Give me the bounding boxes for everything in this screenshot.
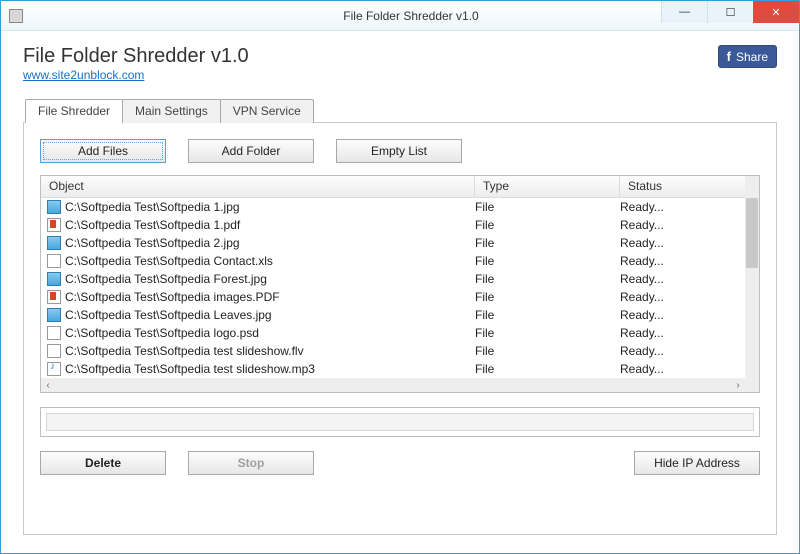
- cell-type: File: [475, 218, 620, 232]
- cell-object: C:\Softpedia Test\Softpedia Forest.jpg: [65, 272, 475, 286]
- cell-type: File: [475, 308, 620, 322]
- cell-object: C:\Softpedia Test\Softpedia Leaves.jpg: [65, 308, 475, 322]
- titlebar[interactable]: File Folder Shredder v1.0 — ☐ ✕: [1, 1, 799, 31]
- horizontal-scrollbar[interactable]: ‹ ›: [41, 378, 745, 392]
- cell-status: Ready...: [620, 200, 745, 214]
- site-link[interactable]: www.site2unblock.com: [23, 68, 144, 82]
- file-icon: [47, 254, 61, 268]
- cell-object: C:\Softpedia Test\Softpedia 1.pdf: [65, 218, 475, 232]
- cell-status: Ready...: [620, 218, 745, 232]
- maximize-button[interactable]: ☐: [707, 1, 753, 23]
- cell-type: File: [475, 200, 620, 214]
- cell-status: Ready...: [620, 272, 745, 286]
- table-row[interactable]: C:\Softpedia Test\Softpedia test slidesh…: [41, 360, 745, 378]
- image-icon: [47, 236, 61, 250]
- cell-object: C:\Softpedia Test\Softpedia Contact.xls: [65, 254, 475, 268]
- cell-type: File: [475, 362, 620, 376]
- table-row[interactable]: C:\Softpedia Test\Softpedia 2.jpgFileRea…: [41, 234, 745, 252]
- tab-main-settings[interactable]: Main Settings: [122, 99, 221, 123]
- scroll-left-icon[interactable]: ‹: [41, 378, 55, 392]
- top-button-row: Add Files Add Folder Empty List: [40, 139, 760, 163]
- pdf-icon: [47, 218, 61, 232]
- cell-type: File: [475, 344, 620, 358]
- minimize-button[interactable]: —: [661, 1, 707, 23]
- file-icon: [47, 344, 61, 358]
- file-icon: [47, 326, 61, 340]
- cell-type: File: [475, 290, 620, 304]
- header: File Folder Shredder v1.0 www.site2unblo…: [1, 31, 799, 92]
- list-body[interactable]: C:\Softpedia Test\Softpedia 1.jpgFileRea…: [41, 198, 745, 378]
- bottom-button-row: Delete Stop Hide IP Address: [40, 451, 760, 475]
- table-row[interactable]: C:\Softpedia Test\Softpedia Contact.xlsF…: [41, 252, 745, 270]
- cell-status: Ready...: [620, 290, 745, 304]
- cell-object: C:\Softpedia Test\Softpedia images.PDF: [65, 290, 475, 304]
- tab-panel: Add Files Add Folder Empty List Object T…: [23, 122, 777, 535]
- cell-object: C:\Softpedia Test\Softpedia 1.jpg: [65, 200, 475, 214]
- progress-bar: [46, 413, 754, 431]
- content: File Shredder Main Settings VPN Service …: [1, 92, 799, 553]
- file-list: Object Type Status C:\Softpedia Test\Sof…: [40, 175, 760, 393]
- cell-object: C:\Softpedia Test\Softpedia logo.psd: [65, 326, 475, 340]
- progress-area: [40, 407, 760, 437]
- table-row[interactable]: C:\Softpedia Test\Softpedia Forest.jpgFi…: [41, 270, 745, 288]
- pdf-icon: [47, 290, 61, 304]
- share-label: Share: [736, 50, 768, 64]
- cell-type: File: [475, 272, 620, 286]
- table-row[interactable]: C:\Softpedia Test\Softpedia 1.jpgFileRea…: [41, 198, 745, 216]
- cell-object: C:\Softpedia Test\Softpedia test slidesh…: [65, 362, 475, 376]
- scroll-corner: [745, 378, 759, 392]
- app-title: File Folder Shredder v1.0: [23, 45, 718, 68]
- share-button[interactable]: f Share: [718, 45, 777, 68]
- table-row[interactable]: C:\Softpedia Test\Softpedia images.PDFFi…: [41, 288, 745, 306]
- image-icon: [47, 272, 61, 286]
- table-row[interactable]: C:\Softpedia Test\Softpedia Leaves.jpgFi…: [41, 306, 745, 324]
- tab-bar: File Shredder Main Settings VPN Service: [25, 99, 777, 123]
- image-icon: [47, 200, 61, 214]
- window-controls: — ☐ ✕: [661, 1, 799, 23]
- cell-type: File: [475, 326, 620, 340]
- audio-icon: [47, 362, 61, 376]
- cell-status: Ready...: [620, 236, 745, 250]
- col-object[interactable]: Object: [41, 176, 475, 197]
- table-row[interactable]: C:\Softpedia Test\Softpedia test slidesh…: [41, 342, 745, 360]
- scroll-thumb[interactable]: [746, 198, 758, 268]
- cell-status: Ready...: [620, 326, 745, 340]
- col-status[interactable]: Status: [620, 176, 759, 197]
- scroll-right-icon[interactable]: ›: [731, 378, 745, 392]
- add-folder-button[interactable]: Add Folder: [188, 139, 314, 163]
- facebook-icon: f: [727, 49, 731, 64]
- tab-vpn-service[interactable]: VPN Service: [220, 99, 314, 123]
- app-icon: [9, 9, 23, 23]
- cell-status: Ready...: [620, 344, 745, 358]
- list-header: Object Type Status: [41, 176, 759, 198]
- delete-button[interactable]: Delete: [40, 451, 166, 475]
- hide-ip-button[interactable]: Hide IP Address: [634, 451, 760, 475]
- cell-object: C:\Softpedia Test\Softpedia test slidesh…: [65, 344, 475, 358]
- cell-type: File: [475, 236, 620, 250]
- cell-type: File: [475, 254, 620, 268]
- cell-status: Ready...: [620, 308, 745, 322]
- close-button[interactable]: ✕: [753, 1, 799, 23]
- image-icon: [47, 308, 61, 322]
- tab-file-shredder[interactable]: File Shredder: [25, 99, 123, 123]
- empty-list-button[interactable]: Empty List: [336, 139, 462, 163]
- vertical-scrollbar[interactable]: [745, 176, 759, 378]
- table-row[interactable]: C:\Softpedia Test\Softpedia 1.pdfFileRea…: [41, 216, 745, 234]
- add-files-button[interactable]: Add Files: [40, 139, 166, 163]
- cell-status: Ready...: [620, 362, 745, 376]
- stop-button[interactable]: Stop: [188, 451, 314, 475]
- col-type[interactable]: Type: [475, 176, 620, 197]
- cell-object: C:\Softpedia Test\Softpedia 2.jpg: [65, 236, 475, 250]
- app-window: File Folder Shredder v1.0 — ☐ ✕ File Fol…: [0, 0, 800, 554]
- cell-status: Ready...: [620, 254, 745, 268]
- table-row[interactable]: C:\Softpedia Test\Softpedia logo.psdFile…: [41, 324, 745, 342]
